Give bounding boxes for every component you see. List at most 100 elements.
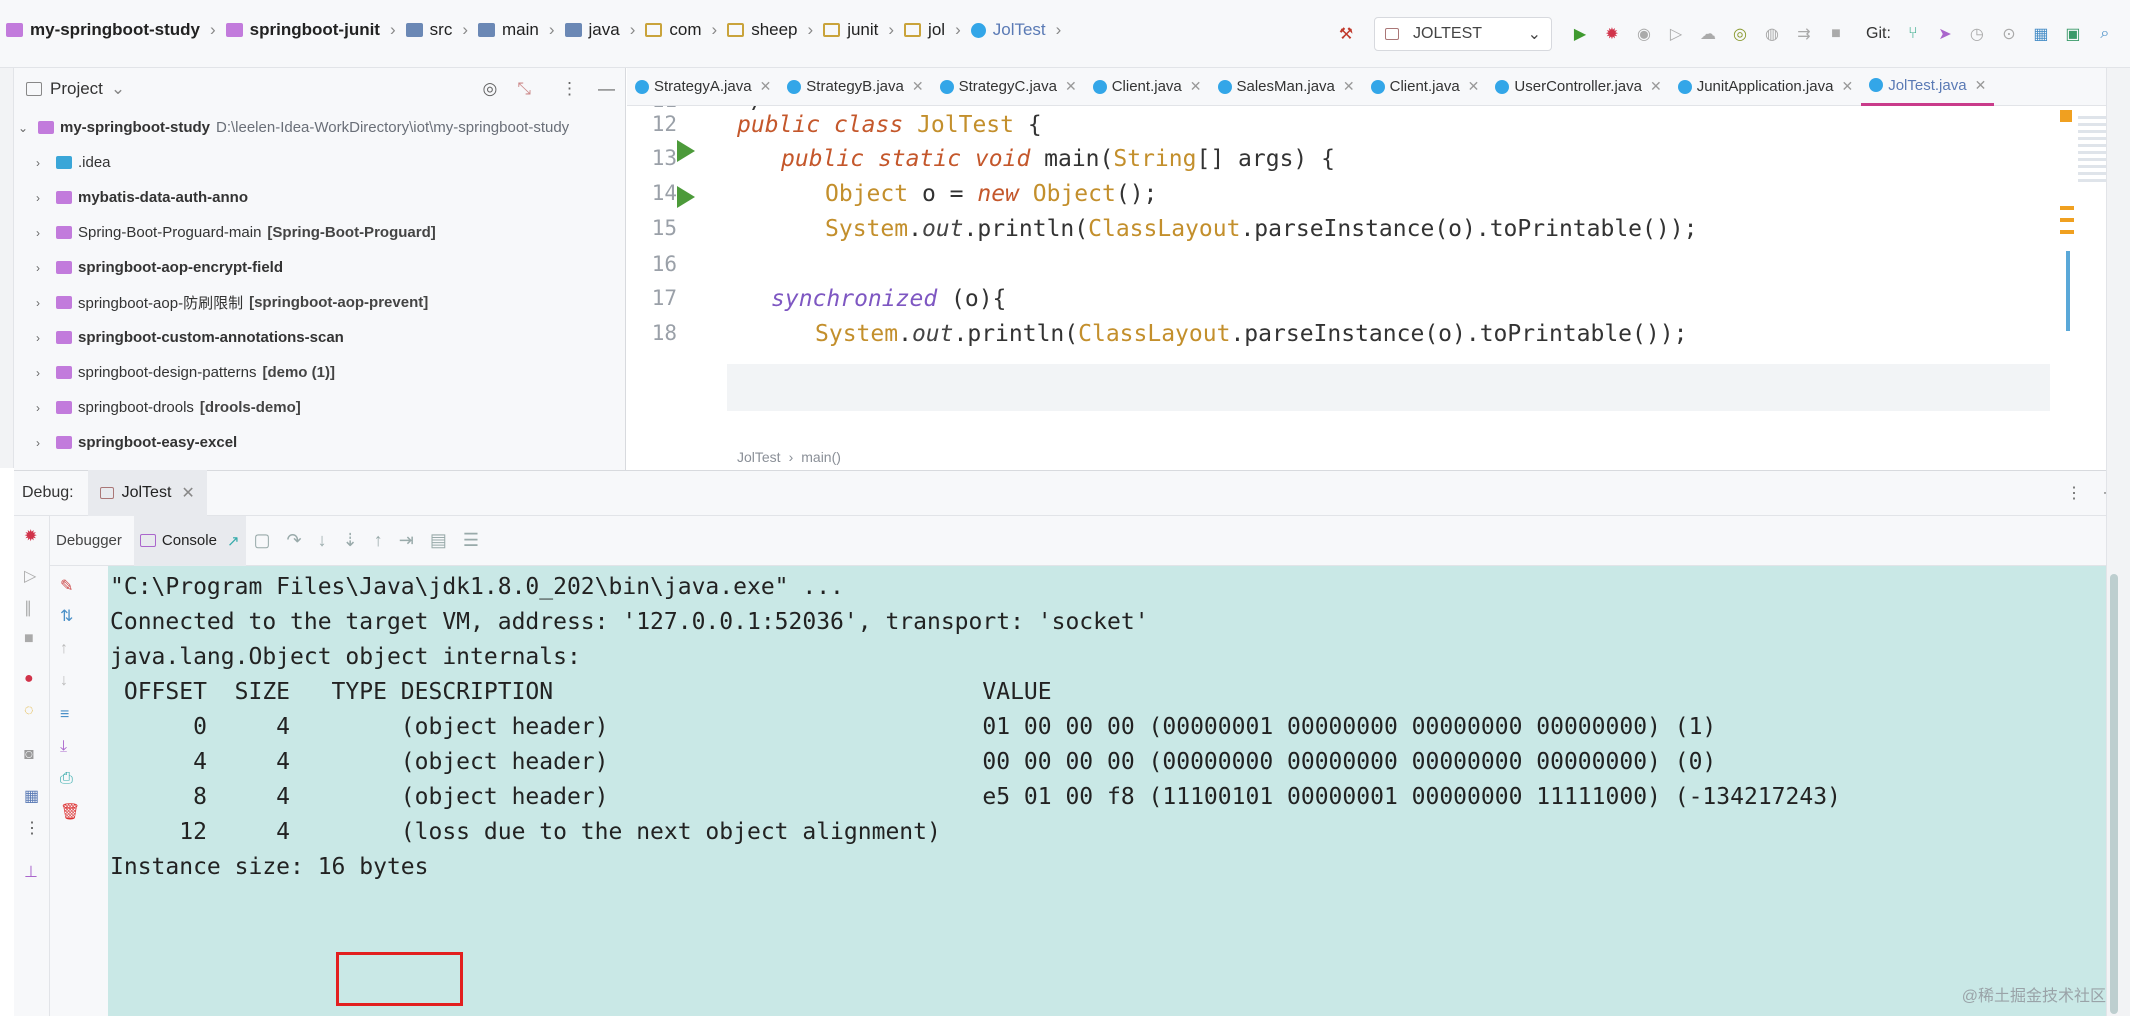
breadcrumb-item[interactable]: junit — [823, 20, 878, 40]
layout-icon[interactable]: ▦ — [24, 786, 39, 806]
close-icon[interactable]: ✕ — [760, 78, 772, 95]
git-push-icon[interactable]: ➤ — [1933, 22, 1957, 46]
code-editor[interactable]: 1112131415161718 */public class JolTest … — [627, 106, 2050, 444]
breadcrumb-item[interactable]: src — [405, 20, 452, 40]
tab-strategyb-java[interactable]: StrategyB.java ✕ — [779, 68, 931, 106]
coverage-icon[interactable]: ◉ — [1632, 22, 1656, 46]
git-branch-icon[interactable]: ⑂ — [1901, 22, 1925, 46]
chevron-right-icon[interactable]: › — [36, 191, 50, 205]
trace-icon[interactable]: ☰ — [463, 530, 479, 551]
project-tree-item[interactable]: › Spring-Boot-Proguard-main [Spring-Boot-P… — [14, 215, 625, 250]
clear-icon[interactable]: ✎ — [60, 576, 73, 596]
project-tree-item[interactable]: › mybatis-data-auth-anno — [14, 180, 625, 215]
project-panel-title[interactable]: Project — [50, 79, 103, 99]
print-icon[interactable]: ⎙ — [60, 770, 73, 788]
more-icon[interactable]: ⋮ — [2066, 483, 2082, 503]
chevron-down-icon[interactable]: ⌄ — [18, 121, 32, 135]
console-scrollbar[interactable] — [2110, 574, 2118, 1014]
project-tree-item[interactable]: › springboot-aop-encrypt-field — [14, 250, 625, 285]
project-tree-item[interactable]: › springboot-easy-excel — [14, 425, 625, 460]
layout-icon[interactable]: ▦ — [2029, 22, 2053, 46]
run-gutter-icon[interactable] — [677, 140, 695, 162]
attach-icon[interactable]: ☁ — [1696, 22, 1720, 46]
stop-icon[interactable]: ■ — [1824, 22, 1848, 46]
chevron-right-icon[interactable]: › — [36, 226, 50, 240]
search-icon[interactable]: ⌕ — [2093, 22, 2117, 46]
run-icon[interactable]: ▶ — [1568, 22, 1592, 46]
locate-icon[interactable]: ◎ — [483, 79, 498, 99]
close-icon[interactable]: ✕ — [181, 483, 194, 503]
project-tree-item[interactable]: › springboot-custom-annotations-scan — [14, 320, 625, 355]
tab-client-java[interactable]: Client.java ✕ — [1363, 68, 1488, 106]
camera-icon[interactable]: ◙ — [24, 746, 34, 764]
minimize-icon[interactable]: — — [598, 79, 615, 99]
close-icon[interactable]: ✕ — [1650, 78, 1662, 95]
breadcrumb-item[interactable]: sheep — [727, 20, 798, 40]
chevron-right-icon[interactable]: › — [36, 436, 50, 450]
project-tree-item[interactable]: › springboot-design-patterns [demo (1)] — [14, 355, 625, 390]
tab-debugger[interactable]: Debugger — [56, 532, 122, 549]
project-tree-item[interactable]: › .idea — [14, 145, 625, 180]
close-icon[interactable]: ✕ — [1343, 78, 1355, 95]
chevron-right-icon[interactable]: › — [36, 401, 50, 415]
scroll-to-end-icon[interactable]: ⤓ — [60, 738, 67, 756]
chevron-right-icon[interactable]: › — [36, 296, 50, 310]
close-icon[interactable]: ✕ — [1841, 78, 1853, 95]
breadcrumb-item[interactable]: main — [478, 20, 539, 40]
close-icon[interactable]: ✕ — [1190, 78, 1202, 95]
bug-icon[interactable]: ✹ — [24, 526, 37, 546]
step-over-icon[interactable]: ↷ — [287, 530, 302, 551]
terminal-icon[interactable]: ▣ — [2061, 22, 2085, 46]
run-to-cursor-icon[interactable]: ⇥ — [399, 530, 414, 551]
up-icon[interactable]: ↑ — [60, 640, 68, 658]
run-gutter-icon[interactable] — [677, 186, 695, 208]
chevron-right-icon[interactable]: › — [36, 156, 50, 170]
pause-icon[interactable]: ◍ — [1760, 22, 1784, 46]
down-icon[interactable]: ↓ — [60, 672, 68, 690]
tab-client-java[interactable]: Client.java ✕ — [1085, 68, 1210, 106]
evaluate-icon[interactable]: ▤ — [430, 530, 447, 551]
chevron-right-icon[interactable]: › — [36, 331, 50, 345]
step-icon[interactable]: ⇉ — [1792, 22, 1816, 46]
project-tree-item[interactable]: › springboot-drools [drools-demo] — [14, 390, 625, 425]
git-rollback-icon[interactable]: ⊙ — [1997, 22, 2021, 46]
tab-junitapplication-java[interactable]: JunitApplication.java ✕ — [1670, 68, 1862, 106]
breadcrumb-item[interactable]: my-springboot-study — [6, 20, 200, 40]
step-into-icon[interactable]: ↓ — [318, 530, 327, 551]
git-history-icon[interactable]: ◷ — [1965, 22, 1989, 46]
run-config-select[interactable]: JOLTEST ⌄ — [1374, 17, 1552, 51]
tab-salesman-java[interactable]: SalesMan.java ✕ — [1210, 68, 1363, 106]
breadcrumb-item[interactable]: com — [645, 20, 702, 40]
tab-joltest-java[interactable]: JolTest.java ✕ — [1861, 68, 1995, 106]
more-icon[interactable]: ⋮ — [561, 79, 578, 99]
mute-breakpoints-icon[interactable]: ◌ — [24, 702, 34, 720]
breadcrumb-item[interactable]: java — [564, 20, 620, 40]
breadcrumb-item[interactable]: jol — [904, 20, 945, 40]
open-external-icon[interactable]: ↗ — [227, 532, 240, 550]
restore-layout-icon[interactable]: ▢ — [254, 530, 271, 551]
chevron-down-icon[interactable]: ⌄ — [111, 79, 125, 99]
debug-icon[interactable]: ✹ — [1600, 22, 1624, 46]
close-icon[interactable]: ✕ — [1468, 78, 1480, 95]
breakpoints-icon[interactable]: ● — [24, 670, 34, 688]
breadcrumb-item[interactable]: springboot-junit — [225, 20, 380, 40]
tab-usercontroller-java[interactable]: UserController.java ✕ — [1487, 68, 1669, 106]
tab-strategyc-java[interactable]: StrategyC.java ✕ — [932, 68, 1085, 106]
tab-console[interactable]: Console ↗ — [133, 515, 246, 566]
editor-breadcrumb-item[interactable]: JolTest — [737, 449, 781, 465]
close-icon[interactable]: ✕ — [1065, 78, 1077, 95]
debug-session-tab[interactable]: JolTest ✕ — [87, 470, 207, 516]
delete-icon[interactable]: 🗑 — [60, 802, 80, 822]
project-tree-item[interactable]: › springboot-aop-防刷限制 [springboot-aop-prev… — [14, 285, 625, 320]
pin-icon[interactable]: ⊥ — [24, 862, 38, 882]
restart-icon[interactable]: ◎ — [1728, 22, 1752, 46]
project-tree-item[interactable]: ⌄ my-springboot-study D:\leelen-Idea-WorkD… — [14, 110, 625, 145]
tab-strategya-java[interactable]: StrategyA.java ✕ — [627, 68, 779, 106]
hammer-icon[interactable]: ⚒ — [1334, 22, 1358, 46]
step-out-icon[interactable]: ↑ — [374, 530, 383, 551]
chevron-right-icon[interactable]: › — [36, 366, 50, 380]
more-icon[interactable]: ⋮ — [24, 818, 40, 838]
chevron-right-icon[interactable]: › — [36, 261, 50, 275]
breadcrumb-item[interactable]: JolTest — [970, 20, 1046, 40]
sort-icon[interactable]: ⇅ — [60, 606, 73, 626]
